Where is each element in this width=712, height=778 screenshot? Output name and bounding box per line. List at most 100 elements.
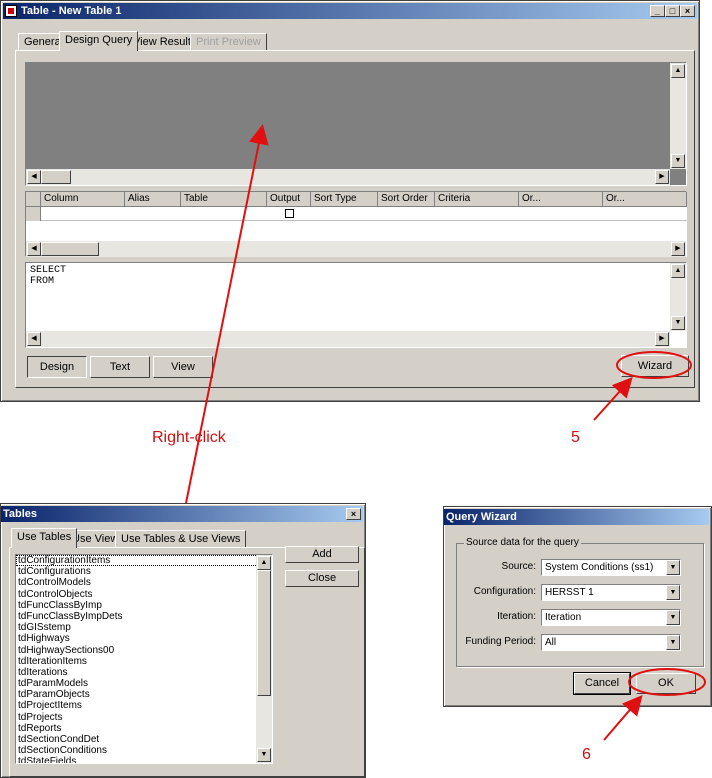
list-item[interactable]: tdStateFields bbox=[16, 756, 272, 763]
tab-design-query[interactable]: Design Query bbox=[59, 31, 139, 51]
grid-header-or-1[interactable]: Or... bbox=[519, 192, 603, 207]
iteration-select[interactable]: Iteration ▼ bbox=[541, 609, 681, 626]
scroll-left-icon[interactable]: ◀ bbox=[27, 242, 41, 256]
list-item[interactable]: tdFuncClassByImpDets bbox=[16, 611, 272, 622]
scroll-thumb[interactable] bbox=[257, 570, 271, 696]
query-wizard-window: Query Wizard Source data for the query S… bbox=[443, 506, 712, 707]
grid-header-criteria[interactable]: Criteria bbox=[435, 192, 519, 207]
scroll-down-icon[interactable]: ▼ bbox=[671, 154, 685, 168]
list-item[interactable]: tdHighways bbox=[16, 633, 272, 644]
list-item[interactable]: tdIterations bbox=[16, 667, 272, 678]
scroll-up-icon[interactable]: ▲ bbox=[671, 264, 685, 278]
list-item[interactable]: tdReports bbox=[16, 723, 272, 734]
output-checkbox[interactable] bbox=[285, 209, 294, 218]
chevron-down-icon[interactable]: ▼ bbox=[666, 560, 680, 575]
configuration-select[interactable]: HERSST 1 ▼ bbox=[541, 584, 681, 601]
tables-list-items: tdConfigurationItems tdConfigurations tdCo… bbox=[16, 555, 272, 763]
grid-row-header bbox=[26, 192, 41, 207]
sql-horizontal-scrollbar[interactable]: ◀ ▶ bbox=[26, 331, 670, 347]
grid-header-sort-order[interactable]: Sort Order bbox=[378, 192, 435, 207]
grid-header-table[interactable]: Table bbox=[181, 192, 267, 207]
tab-print-preview: Print Preview bbox=[190, 33, 267, 50]
funding-period-select[interactable]: All ▼ bbox=[541, 634, 681, 651]
configuration-value: HERSST 1 bbox=[545, 587, 594, 598]
query-diagram-pane[interactable] bbox=[25, 62, 687, 186]
list-item[interactable]: tdParamModels bbox=[16, 678, 272, 689]
cancel-button[interactable]: Cancel bbox=[573, 672, 631, 695]
step6-annotation: 6 bbox=[582, 746, 591, 763]
chevron-down-icon[interactable]: ▼ bbox=[666, 610, 680, 625]
scroll-thumb[interactable] bbox=[41, 242, 99, 256]
list-item[interactable]: tdIterationItems bbox=[16, 656, 272, 667]
source-select[interactable]: System Conditions (ss1) ▼ bbox=[541, 559, 681, 576]
close-button[interactable]: × bbox=[680, 5, 695, 17]
text-button[interactable]: Text bbox=[90, 356, 150, 378]
tab-use-tables-and-views[interactable]: Use Tables & Use Views bbox=[115, 530, 247, 547]
configuration-label: Configuration: bbox=[473, 586, 536, 597]
ok-button[interactable]: OK bbox=[636, 673, 696, 694]
list-item[interactable]: tdConfigurationItems bbox=[16, 555, 272, 567]
scroll-down-icon[interactable]: ▼ bbox=[671, 316, 685, 330]
main-title-bar[interactable]: Table - New Table 1 _ □ × bbox=[3, 3, 697, 19]
tab-use-tables[interactable]: Use Tables bbox=[11, 528, 78, 548]
source-value: System Conditions (ss1) bbox=[545, 562, 654, 573]
grid-row-selector[interactable] bbox=[26, 207, 41, 221]
list-item[interactable]: tdParamObjects bbox=[16, 689, 272, 700]
list-item[interactable]: tdControlModels bbox=[16, 577, 272, 588]
grid-header-output[interactable]: Output bbox=[267, 192, 311, 207]
grid-row-line bbox=[41, 220, 687, 221]
scroll-left-icon[interactable]: ◀ bbox=[27, 332, 41, 346]
add-button[interactable]: Add bbox=[285, 546, 359, 563]
tables-list[interactable]: tdConfigurationItems tdConfigurations tdCo… bbox=[15, 554, 273, 764]
scroll-right-icon[interactable]: ▶ bbox=[655, 170, 669, 184]
scroll-up-icon[interactable]: ▲ bbox=[671, 64, 685, 78]
close-tables-button[interactable]: Close bbox=[285, 570, 359, 587]
list-item[interactable]: tdFuncClassByImp bbox=[16, 600, 272, 611]
chevron-down-icon[interactable]: ▼ bbox=[666, 635, 680, 650]
tables-title-bar[interactable]: Tables × bbox=[1, 506, 363, 522]
funding-period-label: Funding Period: bbox=[465, 636, 536, 647]
main-window: Table - New Table 1 _ □ × General Design… bbox=[0, 0, 700, 402]
diagram-horizontal-scrollbar[interactable]: ◀ ▶ bbox=[26, 169, 670, 185]
scroll-down-icon[interactable]: ▼ bbox=[257, 748, 271, 762]
grid-header-column[interactable]: Column bbox=[41, 192, 125, 207]
design-button[interactable]: Design bbox=[27, 356, 87, 378]
grid-header-alias[interactable]: Alias bbox=[125, 192, 181, 207]
source-group-label: Source data for the query bbox=[464, 537, 581, 548]
list-item[interactable]: tdControlObjects bbox=[16, 589, 272, 600]
grid-horizontal-scrollbar[interactable]: ◀ ▶ bbox=[26, 241, 686, 257]
tables-list-scrollbar[interactable]: ▲ ▼ bbox=[256, 555, 272, 763]
tables-close-button[interactable]: × bbox=[346, 508, 361, 520]
main-window-title: Table - New Table 1 bbox=[21, 5, 122, 17]
list-item[interactable]: tdHighwaySections00 bbox=[16, 645, 272, 656]
app-icon bbox=[5, 5, 17, 17]
list-item[interactable]: tdSectionCondDet bbox=[16, 734, 272, 745]
scroll-right-icon[interactable]: ▶ bbox=[655, 332, 669, 346]
scroll-up-icon[interactable]: ▲ bbox=[257, 556, 271, 570]
list-item[interactable]: tdProjects bbox=[16, 712, 272, 723]
scroll-right-icon[interactable]: ▶ bbox=[671, 242, 685, 256]
right-click-annotation: Right-click bbox=[152, 429, 226, 446]
list-item[interactable]: tdConfigurations bbox=[16, 566, 272, 577]
scroll-thumb[interactable] bbox=[41, 170, 71, 184]
sql-vertical-scrollbar[interactable]: ▲ ▼ bbox=[670, 263, 686, 331]
diagram-vertical-scrollbar[interactable]: ▲ ▼ bbox=[670, 63, 686, 169]
wizard-title-bar[interactable]: Query Wizard bbox=[444, 509, 709, 525]
chevron-down-icon[interactable]: ▼ bbox=[666, 585, 680, 600]
wizard-window-title: Query Wizard bbox=[446, 511, 517, 523]
iteration-value: Iteration bbox=[545, 612, 582, 623]
grid-header-sort-type[interactable]: Sort Type bbox=[311, 192, 378, 207]
list-item[interactable]: tdGISstemp bbox=[16, 622, 272, 633]
grid-header-or-2[interactable]: Or... bbox=[603, 192, 687, 207]
view-button[interactable]: View bbox=[153, 356, 213, 378]
sql-text[interactable]: SELECT FROM bbox=[26, 263, 686, 289]
maximize-button[interactable]: □ bbox=[665, 5, 680, 17]
wizard-button[interactable]: Wizard bbox=[621, 355, 689, 377]
step5-annotation: 5 bbox=[571, 429, 580, 446]
iteration-label: Iteration: bbox=[497, 611, 536, 622]
minimize-button[interactable]: _ bbox=[650, 5, 665, 17]
scroll-left-icon[interactable]: ◀ bbox=[27, 170, 41, 184]
source-label: Source: bbox=[501, 561, 536, 572]
list-item[interactable]: tdSectionConditions bbox=[16, 745, 272, 756]
list-item[interactable]: tdProjectItems bbox=[16, 700, 272, 711]
